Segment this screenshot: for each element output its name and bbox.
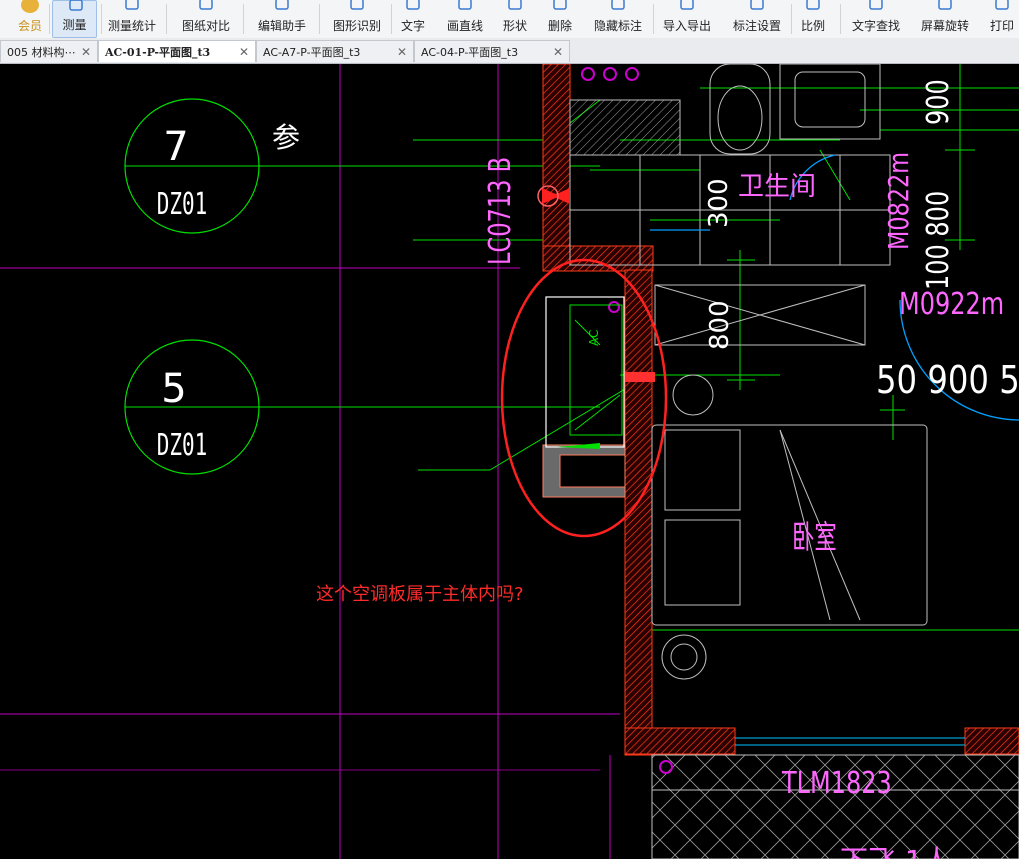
toolbar-button-14[interactable]: 文字查找 [848, 0, 904, 38]
toolbar-button-9[interactable]: 删除 [545, 0, 575, 38]
axis-lines [0, 64, 620, 859]
compare-icon [197, 0, 215, 12]
toolbar-button-16[interactable]: 打印 [985, 0, 1019, 38]
lc-tag: LC0713 B [483, 157, 518, 265]
edit-icon [273, 0, 291, 12]
toolbar-separator [319, 4, 320, 34]
axis-bubble-7: 7 DZ01 [124, 98, 600, 234]
document-tabs: 005 材料构⋯ ✕ AC-01-P-平面图_t3 ✕ AC-A7-P-平面图_t3 ✕ A… [0, 38, 1019, 64]
print-icon [993, 0, 1011, 12]
toolbar-separator [791, 4, 792, 34]
toolbar-button-label: 会员 [17, 19, 42, 33]
line-icon [456, 0, 474, 12]
window-tag: TLM1823 [781, 766, 892, 800]
toolbar-button-label: 测量统计 [107, 19, 156, 33]
toolbar-button-2[interactable]: 测量统计 [104, 0, 160, 38]
tab-label: 005 材料构⋯ [7, 45, 76, 59]
bottom-text: 下飞 1人 [840, 844, 951, 859]
toolbar-button-label: 测量 [62, 18, 87, 32]
close-icon[interactable]: ✕ [239, 45, 249, 59]
toolbar-separator [391, 4, 392, 34]
dim-900-top: 900 [921, 79, 955, 125]
toolbar-button-label: 图形识别 [332, 19, 381, 33]
door-tag-bedroom: M0922m [899, 287, 1004, 321]
ruler-icon [67, 0, 85, 13]
find-text-icon [867, 0, 885, 12]
toolbar-button-label: 形状 [502, 19, 527, 33]
toolbar-button-label: 编辑助手 [257, 19, 306, 33]
toolbar-button-label: 打印 [989, 19, 1014, 33]
question-text: 这个空调板属于主体内吗? [316, 584, 524, 605]
settings-icon [748, 0, 766, 12]
toolbar-button-label: 文字 [400, 19, 425, 33]
toolbar-button-12[interactable]: 标注设置 [729, 0, 785, 38]
toolbar-separator [243, 4, 244, 34]
axis-code-7: DZ01 [157, 187, 208, 222]
dims-row: 50 900 5 [876, 359, 1019, 403]
toolbar-button-10[interactable]: 隐藏标注 [590, 0, 646, 38]
toolbar-button-label: 图纸对比 [181, 19, 230, 33]
axis-code-5: DZ01 [157, 428, 208, 463]
toolbar-button-8[interactable]: 形状 [500, 0, 530, 38]
toolbar-button-label: 标注设置 [732, 19, 781, 33]
toolbar-separator [101, 4, 102, 34]
toolbar-button-13[interactable]: 比例 [798, 0, 828, 38]
shape-icon [506, 0, 524, 12]
tab-label: AC-04-P-平面图_t3 [421, 45, 519, 59]
vip-icon [21, 0, 39, 13]
bedroom-label: 卧室 [792, 518, 837, 556]
toolbar-button-3[interactable]: 图纸对比 [178, 0, 234, 38]
cad-canvas[interactable]: 7 DZ01 参 5 DZ01 AC LC0713 B 300 卫生间 M082… [0, 64, 1019, 859]
toolbar-button-6[interactable]: 文字 [398, 0, 428, 38]
tab-2[interactable]: AC-A7-P-平面图_t3 ✕ [256, 40, 414, 62]
tab-1[interactable]: AC-01-P-平面图_t3 ✕ [98, 40, 256, 62]
tab-0[interactable]: 005 材料构⋯ ✕ [0, 40, 98, 62]
toolbar-button-label: 比例 [800, 19, 825, 33]
walls [542, 64, 1019, 756]
toolbar-separator [840, 4, 841, 34]
eraser-icon [551, 0, 569, 12]
close-icon[interactable]: ✕ [397, 45, 407, 59]
dim-300: 300 [704, 178, 734, 228]
toolbar-button-0[interactable]: 会员 [14, 0, 46, 38]
eye-icon [609, 0, 627, 12]
tab-3[interactable]: AC-04-P-平面图_t3 ✕ [414, 40, 570, 62]
ac-label: AC [587, 330, 601, 346]
ref-char: 参 [272, 121, 300, 154]
close-icon[interactable]: ✕ [81, 45, 91, 59]
rotate-icon [936, 0, 954, 12]
tab-label: AC-A7-P-平面图_t3 [263, 45, 361, 59]
text-icon [404, 0, 422, 12]
toolbar-separator [166, 4, 167, 34]
dims-right: 100 800 [921, 191, 955, 290]
toolbar-button-11[interactable]: 导入导出 [659, 0, 715, 38]
axis-number-7: 7 [163, 124, 188, 170]
ac-unit: AC [545, 296, 625, 449]
import-export-icon [678, 0, 696, 12]
toolbar-button-5[interactable]: 图形识别 [329, 0, 385, 38]
measure-stats-icon [123, 0, 141, 12]
toolbar-separator [49, 4, 50, 34]
toolbar-button-label: 删除 [547, 19, 572, 33]
axis-number-5: 5 [161, 366, 186, 412]
toolbar-button-4[interactable]: 编辑助手 [254, 0, 310, 38]
toolbar-button-label: 屏幕旋转 [920, 19, 969, 33]
toolbar-button-1[interactable]: 测量 [52, 0, 97, 38]
scale-icon [804, 0, 822, 12]
toolbar: 会员 测量 测量统计 图纸对比 编辑助手 图形识别 文字 画直线 形状 删除 隐藏标注 导入导出 标注设… [0, 0, 1019, 39]
toolbar-button-label: 画直线 [446, 19, 483, 33]
bathroom-label: 卫生间 [738, 172, 816, 202]
close-icon[interactable]: ✕ [553, 45, 563, 59]
toolbar-button-label: 隐藏标注 [593, 19, 642, 33]
toolbar-button-7[interactable]: 画直线 [444, 0, 486, 38]
axis-bubble-5: 5 DZ01 [124, 339, 600, 475]
toolbar-button-15[interactable]: 屏幕旋转 [917, 0, 973, 38]
dim-800: 800 [705, 300, 735, 350]
toolbar-button-label: 导入导出 [662, 19, 711, 33]
recognize-icon [348, 0, 366, 12]
tab-label: AC-01-P-平面图_t3 [105, 45, 211, 59]
door-tag-right: M0822m [881, 152, 914, 250]
toolbar-button-label: 文字查找 [851, 19, 900, 33]
toolbar-separator [653, 4, 654, 34]
